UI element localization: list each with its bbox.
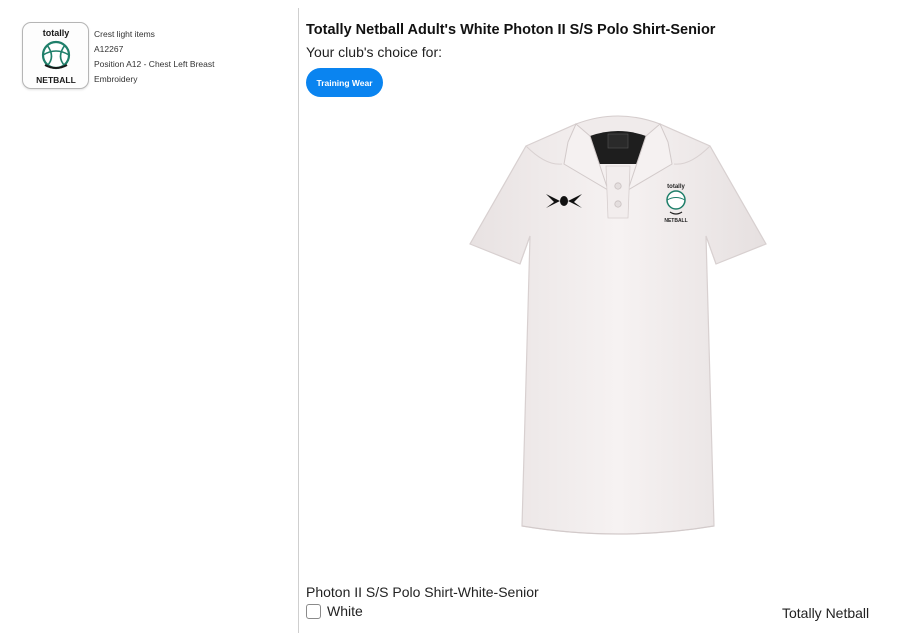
club-choice-label: Your club's choice for: xyxy=(306,44,443,60)
crest-logo-thumbnail[interactable]: totally NETBALL xyxy=(22,22,89,89)
crest-panel: totally NETBALL Crest light items A12267… xyxy=(0,0,298,636)
crest-detail-code: A12267 xyxy=(94,44,124,54)
polo-shirt-image: totally NETBALL xyxy=(466,106,770,538)
logo-text-bottom: NETBALL xyxy=(36,75,76,85)
training-wear-button[interactable]: Training Wear xyxy=(306,68,383,97)
crest-detail-position: Position A12 - Chest Left Breast xyxy=(94,59,215,69)
panel-divider xyxy=(298,8,299,633)
crest-detail-type: Crest light items xyxy=(94,29,155,39)
color-option-white[interactable]: White xyxy=(306,602,363,620)
brand-name: Totally Netball xyxy=(782,605,870,621)
crest-details: Crest light items A12267 Position A12 - … xyxy=(94,27,214,87)
svg-text:totally: totally xyxy=(667,184,685,190)
product-title: Totally Netball Adult's White Photon II … xyxy=(306,22,716,38)
svg-text:NETBALL: NETBALL xyxy=(664,218,687,224)
logo-text-top: totally xyxy=(43,28,70,38)
netball-logo-icon: totally NETBALL xyxy=(36,28,76,85)
crest-detail-method: Embroidery xyxy=(94,74,138,84)
color-option-label: White xyxy=(327,603,363,619)
variant-name: Photon II S/S Polo Shirt-White-Senior xyxy=(306,584,539,600)
color-checkbox[interactable] xyxy=(306,603,321,619)
